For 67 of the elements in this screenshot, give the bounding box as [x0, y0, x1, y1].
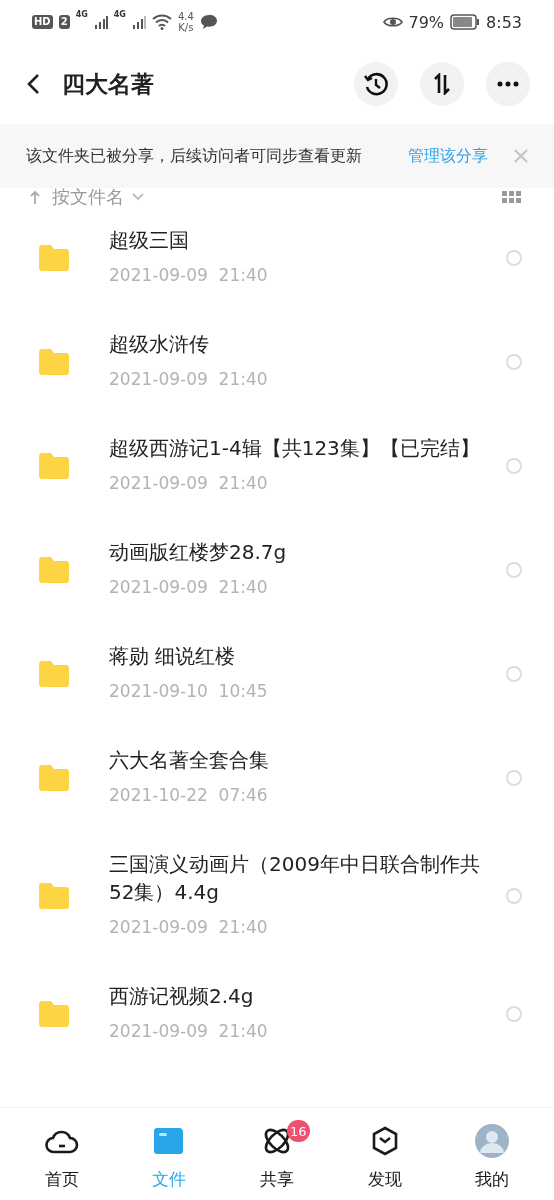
- select-checkbox[interactable]: [506, 888, 522, 904]
- clock-time: 8:53: [486, 12, 522, 32]
- chevron-down-icon[interactable]: [132, 193, 144, 201]
- modified-date: 2021-09-09 21:40: [109, 368, 269, 391]
- folder-icon: [37, 660, 71, 688]
- select-checkbox[interactable]: [506, 562, 522, 578]
- battery-icon: [450, 14, 481, 30]
- signal-icon: [93, 15, 108, 29]
- share-notice: 该文件夹已被分享，后续访问者可同步查看更新: [26, 145, 363, 167]
- wifi-icon: [151, 14, 172, 30]
- atom-icon: [262, 1126, 292, 1156]
- eye-icon: [382, 15, 403, 29]
- hexagon-icon: [370, 1126, 399, 1156]
- modified-date: 2021-09-10 10:45: [109, 680, 269, 703]
- folder-name[interactable]: 蒋勋 细说红楼: [109, 642, 486, 670]
- folder-name[interactable]: 超级西游记1-4辑【共123集】【已完结】: [109, 434, 486, 462]
- arrow-up-icon: [30, 190, 40, 204]
- folder-name[interactable]: 动画版红楼梦28.7g: [109, 538, 486, 566]
- hd-badge: HD: [32, 15, 53, 29]
- folder-name[interactable]: 超级三国: [109, 226, 486, 254]
- nav-tab[interactable]: 共享 16: [223, 1108, 331, 1200]
- folder-icon: [37, 348, 71, 376]
- sort-button[interactable]: [420, 62, 464, 106]
- folder-icon: [37, 882, 71, 910]
- network-label: 4G: [75, 10, 88, 19]
- avatar-icon: [475, 1124, 510, 1158]
- page-title: 四大名著: [62, 69, 155, 99]
- modified-date: 2021-09-09 21:40: [109, 1020, 269, 1043]
- back-icon[interactable]: [26, 73, 40, 95]
- grid-view-icon[interactable]: [502, 191, 522, 203]
- folder-icon: [37, 452, 71, 480]
- folder-name[interactable]: 超级水浒传: [109, 330, 486, 358]
- folder-icon: [153, 1127, 186, 1155]
- modified-date: 2021-09-09 21:40: [109, 576, 269, 599]
- folder-icon: [37, 764, 71, 792]
- signal-icon: [131, 15, 146, 29]
- battery-percent: 79%: [408, 12, 445, 32]
- select-checkbox[interactable]: [506, 770, 522, 786]
- select-checkbox[interactable]: [506, 458, 522, 474]
- folder-name[interactable]: 西游记视频2.4g: [109, 982, 486, 1010]
- sim-badge: 2: [58, 15, 70, 29]
- modified-date: 2021-09-09 21:40: [109, 472, 269, 495]
- modified-date: 2021-09-09 21:40: [109, 916, 269, 939]
- modified-date: 2021-10-22 07:46: [109, 784, 269, 807]
- folder-name[interactable]: 六大名著全套合集: [109, 746, 486, 774]
- message-icon: [199, 14, 218, 30]
- history-icon: [363, 71, 389, 97]
- select-checkbox[interactable]: [506, 354, 522, 370]
- folder-name[interactable]: 三国演义动画片（2009年中日联合制作共52集）4.4g: [109, 850, 486, 906]
- select-checkbox[interactable]: [506, 1006, 522, 1022]
- speed-unit: K/s: [178, 22, 194, 33]
- nav-tab[interactable]: 发现: [330, 1108, 439, 1200]
- network-speed: 4.4: [177, 11, 194, 22]
- more-icon: [497, 81, 519, 87]
- nav-tab[interactable]: 首页: [8, 1108, 116, 1200]
- folder-icon: [37, 244, 71, 272]
- notification-badge: 16: [287, 1120, 310, 1142]
- network-label: 4G: [113, 10, 126, 19]
- modified-date: 2021-09-09 21:40: [109, 264, 269, 287]
- select-checkbox[interactable]: [506, 666, 522, 682]
- folder-icon: [37, 556, 71, 584]
- select-checkbox[interactable]: [506, 250, 522, 266]
- close-icon[interactable]: [514, 149, 528, 163]
- more-button[interactable]: [486, 62, 530, 106]
- nav-tab[interactable]: 我的: [438, 1108, 546, 1200]
- history-button[interactable]: [354, 62, 398, 106]
- folder-icon: [37, 1000, 71, 1028]
